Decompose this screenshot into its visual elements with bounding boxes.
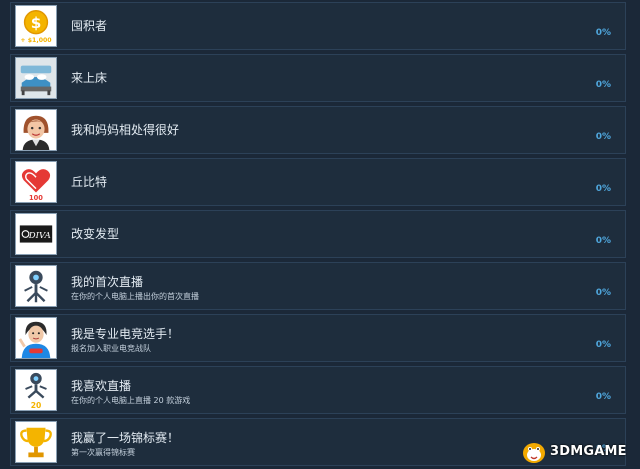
achievement-title: 我的首次直播 (71, 275, 144, 289)
achievement-percent: 0% (595, 80, 611, 90)
achievement-row[interactable]: 100 丘比特 0% (10, 158, 626, 206)
svg-text:+ $1,000: + $1,000 (20, 37, 52, 44)
achievement-title: 囤积者 (71, 19, 108, 33)
achievement-description: 在你的个人电脑上播出你的首次直播 (71, 292, 199, 301)
gamer-avatar-icon (15, 317, 57, 359)
achievement-row[interactable]: 我的首次直播 在你的个人电脑上播出你的首次直播 0% (10, 262, 626, 310)
achievement-percent: 0% (595, 288, 611, 298)
streaming-mascot-icon (15, 265, 57, 307)
achievement-title: 我赢了一场锦标赛！ (71, 431, 180, 445)
achievement-title: 来上床 (71, 71, 108, 85)
achievement-row[interactable]: $ + $1,000 囤积者 0% (10, 2, 626, 50)
achievement-description: 在你的个人电脑上直播 20 款游戏 (71, 396, 191, 405)
achievement-description: 第一次赢得锦标赛 (71, 448, 135, 457)
achievement-percent: 0% (595, 132, 611, 142)
achievement-row[interactable]: DIVA 改变发型 0% (10, 210, 626, 258)
achievement-title: 丘比特 (71, 175, 108, 189)
diva-logo-icon: DIVA (15, 213, 57, 255)
money-coin-icon: $ + $1,000 (15, 5, 57, 47)
achievement-description: 报名加入职业电竞战队 (71, 344, 151, 353)
achievement-row[interactable]: 来上床 0% (10, 54, 626, 102)
mascot-logo-icon (523, 443, 545, 463)
svg-text:100: 100 (29, 194, 43, 202)
achievement-title: 我是专业电竞选手！ (71, 327, 180, 341)
watermark: 3DMGAME (518, 438, 636, 466)
achievement-percent: 0% (595, 184, 611, 194)
svg-text:$: $ (31, 14, 42, 32)
heart-icon: 100 (15, 161, 57, 203)
svg-text:20: 20 (31, 401, 42, 410)
achievement-percent: 0% (595, 392, 611, 402)
streaming-mascot-icon: 20 (15, 369, 57, 411)
achievement-title: 我和妈妈相处得很好 (71, 123, 180, 137)
svg-text:DIVA: DIVA (28, 231, 51, 241)
achievement-percent: 0% (595, 28, 611, 38)
achievement-title: 改变发型 (71, 227, 120, 241)
achievement-row[interactable]: 20 我喜欢直播 在你的个人电脑上直播 20 款游戏 0% (10, 366, 626, 414)
achievement-percent: 0% (595, 340, 611, 350)
achievement-row[interactable]: 我是专业电竞选手！ 报名加入职业电竞战队 0% (10, 314, 626, 362)
achievement-title: 我喜欢直播 (71, 379, 132, 393)
achievement-percent: 0% (595, 236, 611, 246)
mom-avatar-icon (15, 109, 57, 151)
watermark-text: 3DMGAME (550, 444, 627, 459)
trophy-icon (15, 421, 57, 463)
achievement-row[interactable]: 我和妈妈相处得很好 0% (10, 106, 626, 154)
bed-icon (15, 57, 57, 99)
